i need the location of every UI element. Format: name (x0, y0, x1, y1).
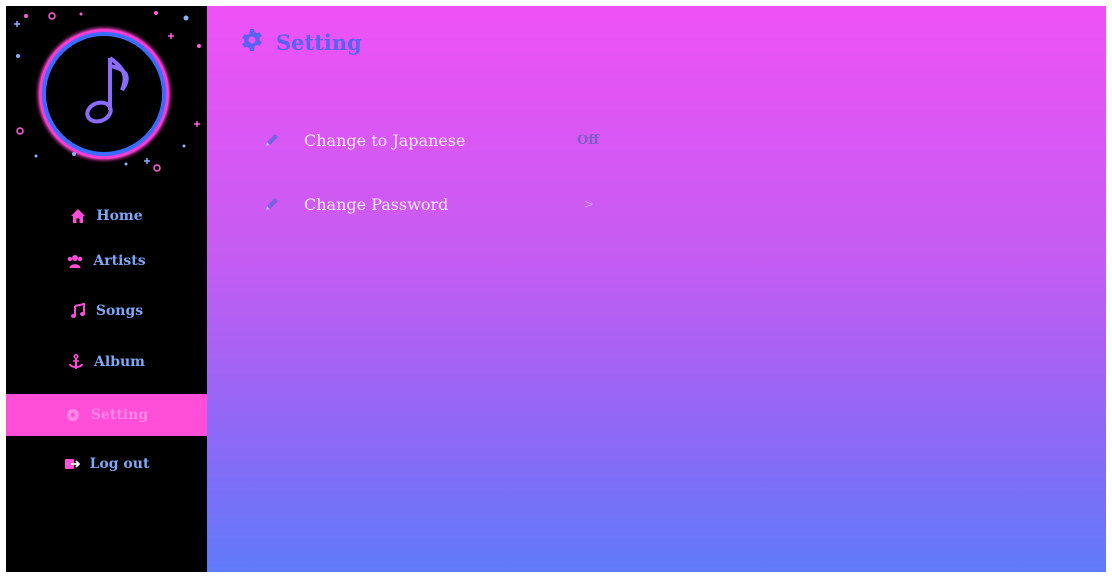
logout-icon (64, 456, 80, 472)
sidebar: Home Artists Songs Album Setting Log out (6, 6, 207, 572)
sidebar-item-label: Songs (95, 303, 144, 319)
language-toggle-value[interactable]: Off (577, 133, 599, 148)
chevron-right-icon[interactable]: > (584, 197, 594, 211)
sidebar-item-album[interactable]: Album (6, 342, 207, 382)
page-title-text: Setting (276, 30, 362, 55)
pencil-icon (262, 130, 282, 150)
setting-change-language[interactable]: Change to Japanese Off (262, 130, 599, 150)
sidebar-item-home[interactable]: Home (6, 196, 207, 236)
app-frame: Home Artists Songs Album Setting Log out… (6, 6, 1106, 572)
gear-icon (65, 407, 81, 423)
sidebar-item-logout[interactable]: Log out (6, 444, 207, 484)
users-icon (67, 253, 83, 269)
app-logo[interactable] (6, 6, 207, 186)
anchor-icon (68, 354, 84, 370)
setting-change-password[interactable]: Change Password > (262, 194, 594, 214)
sidebar-item-label: Album (94, 354, 145, 370)
pencil-icon (262, 194, 282, 214)
setting-label: Change to Japanese (304, 130, 466, 150)
sidebar-item-label: Home (96, 208, 143, 224)
home-icon (70, 208, 86, 224)
gear-icon (240, 28, 264, 57)
page-title: Setting (240, 28, 362, 57)
sidebar-item-songs[interactable]: Songs (6, 291, 207, 331)
sidebar-item-artists[interactable]: Artists (6, 241, 207, 281)
sidebar-item-setting[interactable]: Setting (6, 394, 207, 436)
sidebar-item-label: Setting (90, 407, 149, 423)
sidebar-item-label: Log out (89, 456, 150, 472)
music-icon (70, 303, 86, 319)
music-note-icon (14, 11, 201, 172)
sidebar-item-label: Artists (93, 253, 146, 269)
setting-label: Change Password (304, 194, 449, 214)
main-content: Setting Change to Japanese Off Change Pa… (207, 6, 1106, 572)
